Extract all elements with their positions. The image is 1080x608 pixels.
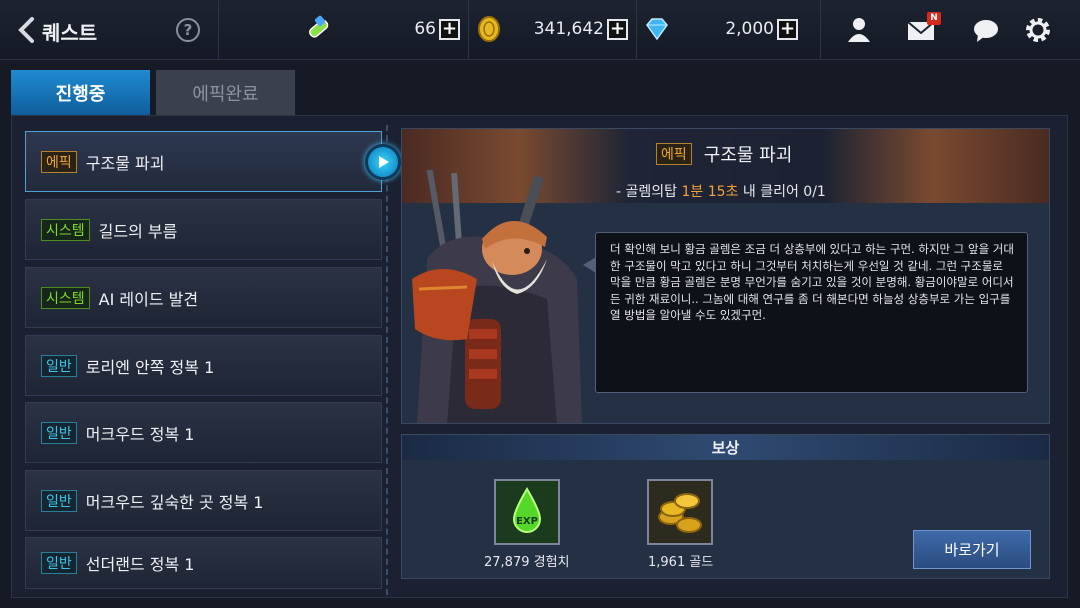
reward-exp-label: 27,879 경험치	[484, 555, 570, 570]
divider	[636, 0, 637, 60]
quest-list-item[interactable]: 일반 로리엔 안쪽 정복 1	[25, 335, 382, 396]
settings-gear-icon[interactable]	[1022, 14, 1054, 46]
quest-name: 로리엔 안쪽 정복 1	[85, 357, 215, 377]
divider	[468, 0, 469, 60]
top-bar: 퀘스트 ? 66 + 341,642 + 2,000 + N	[0, 0, 1080, 60]
quest-list-item[interactable]: 일반 선더랜드 정복 1	[25, 537, 382, 589]
quest-name: 머크우드 정복 1	[85, 424, 195, 444]
objective-suffix: 내 클리어 0/1	[738, 184, 826, 200]
svg-text:EXP: EXP	[516, 516, 538, 527]
stamina-value: 66	[414, 19, 436, 39]
exp-potion-icon: EXP	[494, 479, 560, 545]
stamina-potion-icon	[304, 14, 334, 44]
divider	[820, 0, 821, 60]
page-title: 퀘스트	[42, 21, 98, 45]
list-divider	[386, 125, 388, 595]
quest-detail-name: 구조물 파괴	[703, 145, 793, 166]
quest-detail-title: 에픽 구조물 파괴	[656, 141, 792, 167]
quest-tag-normal: 일반	[41, 354, 77, 377]
reward-header: 보상	[402, 435, 1049, 460]
add-gem-button[interactable]: +	[777, 19, 798, 40]
gem-value: 2,000	[725, 19, 774, 39]
quest-list-item[interactable]: 일반 머크우드 깊숙한 곳 정복 1	[25, 470, 382, 531]
quest-tag-normal: 일반	[41, 552, 77, 574]
quest-objective: - 골렘의탑 1분 15초 내 클리어 0/1	[616, 181, 826, 201]
npc-character-portrait	[407, 169, 597, 423]
tab-epic-completed[interactable]: 에픽완료	[156, 70, 295, 115]
reward-gold-label: 1,961 골드	[648, 555, 714, 570]
quest-name: 선더랜드 정복 1	[85, 555, 195, 574]
quest-tag-system: 시스템	[41, 218, 90, 241]
help-icon[interactable]: ?	[176, 18, 200, 42]
profile-icon[interactable]	[843, 14, 875, 46]
play-icon[interactable]	[365, 144, 401, 180]
quest-name: 머크우드 깊숙한 곳 정복 1	[85, 492, 264, 512]
quest-tag-epic: 에픽	[41, 150, 77, 173]
quest-tag-normal: 일반	[41, 489, 77, 512]
gold-coins-icon	[647, 479, 713, 545]
add-stamina-button[interactable]: +	[439, 19, 460, 40]
objective-time: 1분 15초	[681, 184, 739, 200]
quest-list-item[interactable]: 시스템 길드의 부름	[25, 199, 382, 260]
go-to-button[interactable]: 바로가기	[913, 530, 1031, 569]
objective-prefix: - 골렘의탑	[616, 184, 682, 200]
quest-name: AI 레이드 발견	[98, 289, 199, 309]
gold-value: 341,642	[533, 19, 604, 39]
quest-detail-panel: 에픽 구조물 파괴 - 골렘의탑 1분 15초 내 클리어 0/1 더 확인해 …	[401, 128, 1050, 424]
add-gold-button[interactable]: +	[607, 19, 628, 40]
divider	[218, 0, 219, 60]
gold-coin-icon	[474, 14, 504, 44]
quest-name: 길드의 부름	[98, 221, 178, 241]
chat-icon[interactable]	[970, 14, 1002, 46]
diamond-icon	[642, 14, 672, 44]
quest-list-item[interactable]: 일반 머크우드 정복 1	[25, 402, 382, 463]
back-arrow-icon[interactable]	[12, 14, 40, 46]
tab-in-progress[interactable]: 진행중	[11, 70, 150, 115]
quest-tag-normal: 일반	[41, 421, 77, 444]
mail-new-badge: N	[927, 12, 941, 25]
quest-tag-system: 시스템	[41, 286, 90, 309]
npc-dialogue: 더 확인해 보니 황금 골렘은 조금 더 상층부에 있다고 하는 구먼. 하지만…	[595, 232, 1028, 393]
quest-tag-epic: 에픽	[656, 143, 692, 165]
quest-name: 구조물 파괴	[85, 153, 165, 173]
quest-list-item[interactable]: 시스템 AI 레이드 발견	[25, 267, 382, 328]
quest-list-item[interactable]: 에픽 구조물 파괴	[25, 131, 382, 192]
